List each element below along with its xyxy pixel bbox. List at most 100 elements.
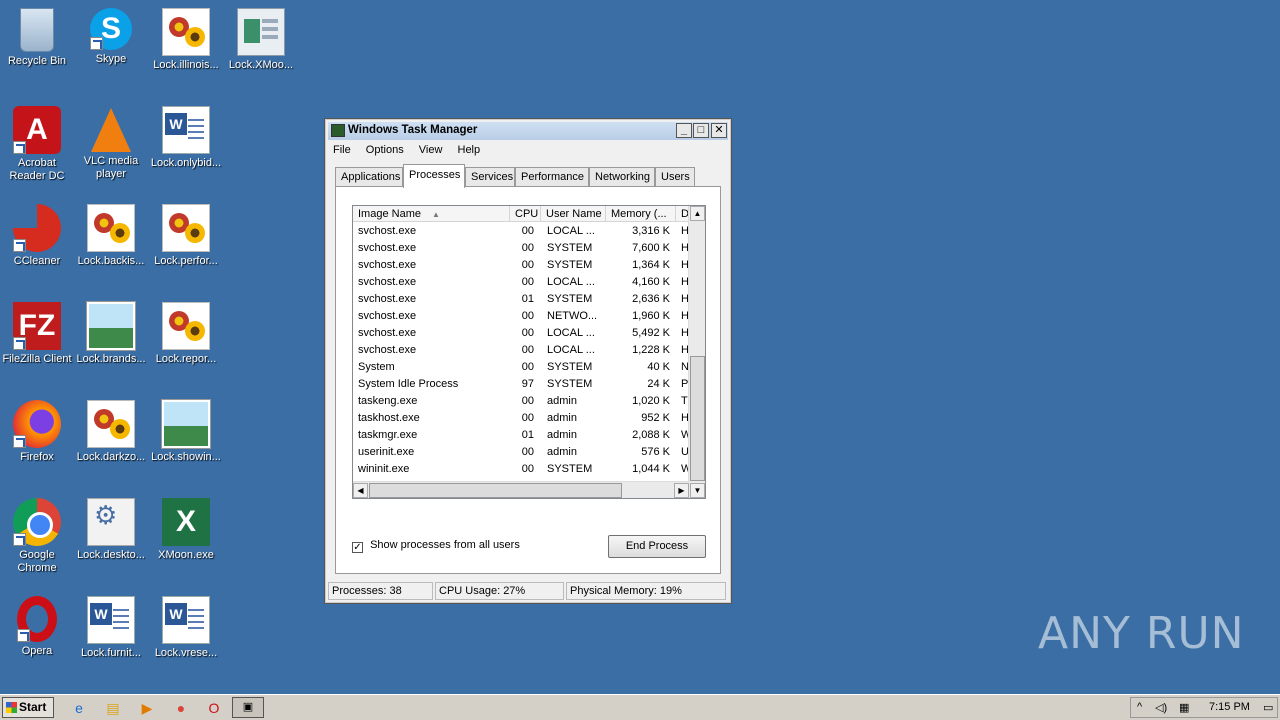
start-button[interactable]: Start xyxy=(2,697,54,718)
table-row[interactable]: svchost.exe 00 LOCAL ... 1,228 KH xyxy=(353,342,690,359)
shortcut-arrow-icon xyxy=(13,141,26,154)
process-user: SYSTEM xyxy=(547,242,593,254)
desktop-icon-acrobat[interactable]: A Acrobat Reader DC xyxy=(0,106,74,183)
desktop-icon-ccleaner[interactable]: CCleaner xyxy=(0,204,74,268)
desktop-icon-opera[interactable]: Opera xyxy=(0,596,74,658)
media-player-icon[interactable]: ▶ xyxy=(138,699,156,717)
table-row[interactable]: userinit.exe 00 admin 576 KU xyxy=(353,444,690,461)
table-row[interactable]: svchost.exe 00 LOCAL ... 5,492 KH xyxy=(353,325,690,342)
desktop-icon-lock-file[interactable]: Lock.deskto... xyxy=(74,498,148,562)
menu-help[interactable]: Help xyxy=(458,144,481,156)
tray-chevron-icon[interactable]: ^ xyxy=(1137,701,1142,713)
desktop-icon-lock-file[interactable]: Lock.XMoo... xyxy=(224,8,298,72)
scroll-right-icon[interactable]: ▶ xyxy=(674,483,689,498)
scroll-thumb[interactable] xyxy=(369,483,622,498)
desktop-icon-recycle-bin[interactable]: Recycle Bin xyxy=(0,8,74,68)
column-memory[interactable]: Memory (... xyxy=(606,206,676,222)
process-memory: 1,020 K xyxy=(632,395,670,407)
end-process-button[interactable]: End Process xyxy=(608,535,706,558)
table-row[interactable]: wininit.exe00SYSTEM1,044 KW xyxy=(353,461,690,478)
table-row[interactable]: System Idle Process 97 SYSTEM 24 KP xyxy=(353,376,690,393)
process-name: System Idle Process xyxy=(358,378,459,390)
show-all-checkbox[interactable]: ✓ xyxy=(352,542,363,553)
process-cpu: 01 xyxy=(521,293,534,305)
desktop-icon-label: Lock.showin... xyxy=(151,451,221,463)
menu-view[interactable]: View xyxy=(419,144,443,156)
process-cpu: 00 xyxy=(521,259,534,271)
process-name: userinit.exe xyxy=(358,446,415,458)
table-row[interactable]: taskmgr.exe01admin2,088 KW xyxy=(353,427,690,444)
status-bar: Processes: 38 CPU Usage: 27% Physical Me… xyxy=(328,582,728,600)
desktop-icon-skype[interactable]: S Skype xyxy=(74,8,148,66)
menu-options[interactable]: Options xyxy=(366,144,404,156)
desktop-icon-lock-file[interactable]: Lock.backis... xyxy=(74,204,148,268)
table-row[interactable]: taskeng.exe 00 admin 1,020 KT xyxy=(353,393,690,410)
title-bar[interactable]: Windows Task Manager _ □ ✕ xyxy=(328,122,728,140)
desktop-icon-lock-file[interactable]: Lock.brands... xyxy=(74,302,148,366)
desktop-icon-xmoon[interactable]: X XMoon.exe xyxy=(149,498,223,562)
desktop-icon-lock-file[interactable]: Lock.onlybid... xyxy=(149,106,223,170)
clock[interactable]: 7:15 PM xyxy=(1209,701,1250,713)
internet-explorer-icon[interactable]: e xyxy=(70,699,88,717)
tab-users[interactable]: Users xyxy=(655,167,695,187)
process-memory: 576 K xyxy=(641,446,670,458)
menu-file[interactable]: File xyxy=(333,144,351,156)
show-desktop-icon[interactable]: ▭ xyxy=(1263,701,1273,714)
scroll-down-icon[interactable]: ▼ xyxy=(690,483,705,498)
column-cpu[interactable]: CPU xyxy=(510,206,541,222)
tab-services[interactable]: Services xyxy=(465,167,515,187)
close-button[interactable]: ✕ xyxy=(711,123,727,138)
desktop-icon-lock-file[interactable]: Lock.repor... xyxy=(149,302,223,366)
tab-applications[interactable]: Applications xyxy=(335,167,403,187)
desktop-icon-lock-file[interactable]: Lock.vrese... xyxy=(149,596,223,660)
table-row[interactable]: svchost.exe 00 LOCAL ... 4,160 KH xyxy=(353,274,690,291)
desktop-icon-filezilla[interactable]: FZ FileZilla Client xyxy=(0,302,74,366)
table-row[interactable]: System 00 SYSTEM 40 KN xyxy=(353,359,690,376)
scroll-left-icon[interactable]: ◀ xyxy=(353,483,368,498)
process-user: LOCAL ... xyxy=(547,327,595,339)
process-memory: 4,160 K xyxy=(632,276,670,288)
table-row[interactable]: svchost.exe 00 LOCAL ... 3,316 KH xyxy=(353,223,690,240)
desktop-icon-label: Lock.deskto... xyxy=(77,549,145,561)
table-row[interactable]: svchost.exe 00 NETWO... 1,960 KH xyxy=(353,308,690,325)
desktop-icon-label: Lock.darkzo... xyxy=(76,451,146,463)
desktop-icon-firefox[interactable]: Firefox xyxy=(0,400,74,464)
horizontal-scrollbar[interactable]: ◀ ▶ xyxy=(353,481,690,498)
process-memory: 1,044 K xyxy=(632,463,670,475)
tab-performance[interactable]: Performance xyxy=(515,167,589,187)
desktop-icon-lock-file[interactable]: Lock.illinois... xyxy=(149,8,223,72)
desktop-icon-lock-file[interactable]: Lock.furnit... xyxy=(74,596,148,660)
table-row[interactable]: svchost.exe 00 SYSTEM 1,364 KH xyxy=(353,257,690,274)
show-all-processes[interactable]: ✓ Show processes from all users xyxy=(352,539,520,553)
taskbar-task-manager[interactable]: ▣ xyxy=(232,697,264,718)
maximize-button[interactable]: □ xyxy=(693,123,709,138)
desktop-icon-chrome[interactable]: Google Chrome xyxy=(0,498,74,575)
desktop-icon-vlc[interactable]: VLC media player xyxy=(74,106,148,181)
chrome-icon[interactable]: ● xyxy=(172,699,190,717)
desktop-icon-lock-file[interactable]: Lock.darkzo... xyxy=(74,400,148,464)
scroll-thumb[interactable] xyxy=(690,356,705,481)
process-list[interactable]: Image Name ▲ CPU User Name Memory (... D… xyxy=(352,205,706,499)
vertical-scrollbar[interactable]: ▲ ▼ xyxy=(688,206,705,498)
network-icon[interactable]: ▦ xyxy=(1179,701,1189,714)
scroll-up-icon[interactable]: ▲ xyxy=(690,206,705,221)
opera-icon[interactable]: O xyxy=(205,699,223,717)
anyrun-watermark: ANY RUN xyxy=(1038,608,1245,659)
process-cpu: 97 xyxy=(521,378,534,390)
task-manager-window[interactable]: Windows Task Manager _ □ ✕ File Options … xyxy=(324,118,732,604)
explorer-folder-icon[interactable]: ▤ xyxy=(104,699,122,717)
column-user-name[interactable]: User Name xyxy=(541,206,606,222)
table-row[interactable]: taskhost.exe 00 admin 952 KH xyxy=(353,410,690,427)
table-row[interactable]: svchost.exe 00 SYSTEM 7,600 KH xyxy=(353,240,690,257)
tab-networking[interactable]: Networking xyxy=(589,167,655,187)
tab-processes[interactable]: Processes xyxy=(403,164,465,188)
process-name: svchost.exe xyxy=(358,259,417,271)
process-cpu: 01 xyxy=(521,429,534,441)
volume-icon[interactable]: ◁) xyxy=(1155,701,1167,714)
table-row[interactable]: svchost.exe 01 SYSTEM 2,636 KH xyxy=(353,291,690,308)
desktop-icon-label: VLC media player xyxy=(83,155,139,180)
column-image-name[interactable]: Image Name ▲ xyxy=(353,206,510,222)
desktop-icon-lock-file[interactable]: Lock.perfor... xyxy=(149,204,223,268)
desktop-icon-lock-file[interactable]: Lock.showin... xyxy=(149,400,223,464)
minimize-button[interactable]: _ xyxy=(676,123,692,138)
